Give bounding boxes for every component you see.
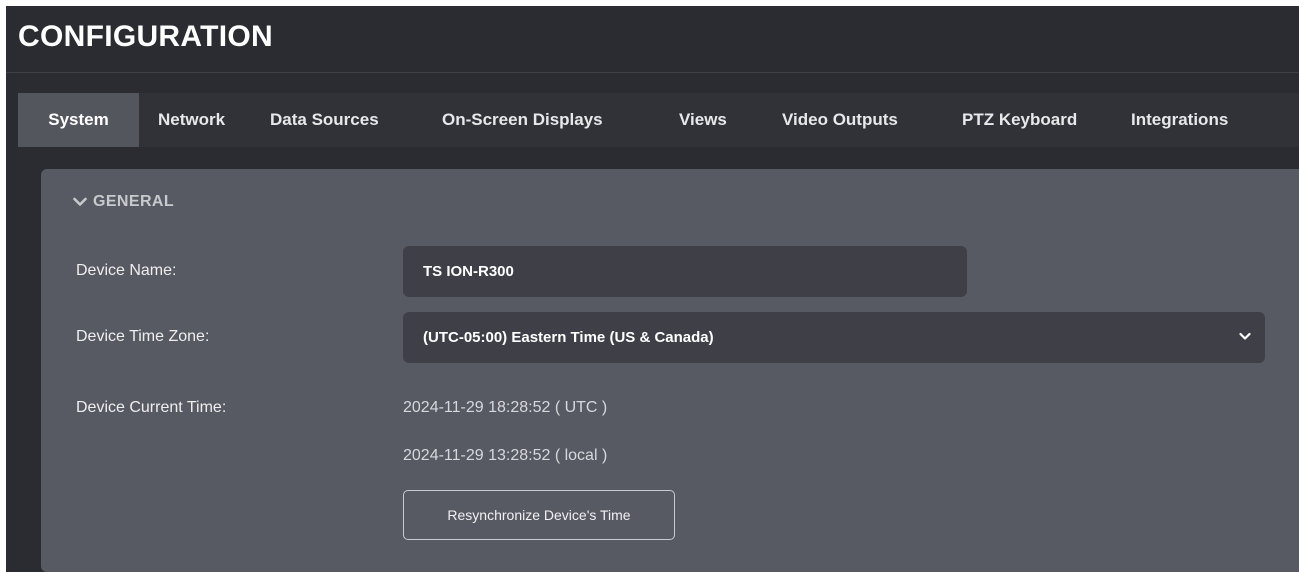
tab-video-outputs[interactable]: Video Outputs xyxy=(782,93,898,147)
device-name-field[interactable]: TS ION-R300 xyxy=(403,246,967,297)
page-header: CONFIGURATION xyxy=(6,6,1299,73)
tab-network[interactable]: Network xyxy=(158,93,225,147)
tab-data-sources[interactable]: Data Sources xyxy=(270,93,379,147)
tab-on-screen-displays[interactable]: On-Screen Displays xyxy=(442,93,603,147)
tab-ptz-keyboard[interactable]: PTZ Keyboard xyxy=(962,93,1077,147)
device-current-time-label: Device Current Time: xyxy=(76,399,227,416)
time-zone-selected-value: (UTC-05:00) Eastern Time (US & Canada) xyxy=(423,329,714,346)
chevron-down-icon xyxy=(73,197,87,206)
tab-views[interactable]: Views xyxy=(679,93,727,147)
tab-bar: System Network Data Sources On-Screen Di… xyxy=(18,93,1299,147)
page-title: CONFIGURATION xyxy=(18,20,273,53)
general-section-title: GENERAL xyxy=(93,193,175,210)
general-panel: GENERAL Device Name: TS ION-R300 Device … xyxy=(41,169,1299,572)
tab-integrations[interactable]: Integrations xyxy=(1131,93,1228,147)
resynchronize-time-button[interactable]: Resynchronize Device's Time xyxy=(403,490,675,540)
general-section-toggle[interactable]: GENERAL xyxy=(73,193,174,211)
tab-system[interactable]: System xyxy=(18,93,139,147)
chevron-down-icon xyxy=(1239,332,1251,340)
device-name-label: Device Name: xyxy=(76,262,177,279)
device-time-zone-select[interactable]: (UTC-05:00) Eastern Time (US & Canada) xyxy=(403,312,1265,363)
configuration-app: CONFIGURATION System Network Data Source… xyxy=(6,6,1299,572)
utc-time-value: 2024-11-29 18:28:52 ( UTC ) xyxy=(403,399,608,416)
device-time-zone-label: Device Time Zone: xyxy=(76,328,210,345)
local-time-value: 2024-11-29 13:28:52 ( local ) xyxy=(403,447,608,464)
